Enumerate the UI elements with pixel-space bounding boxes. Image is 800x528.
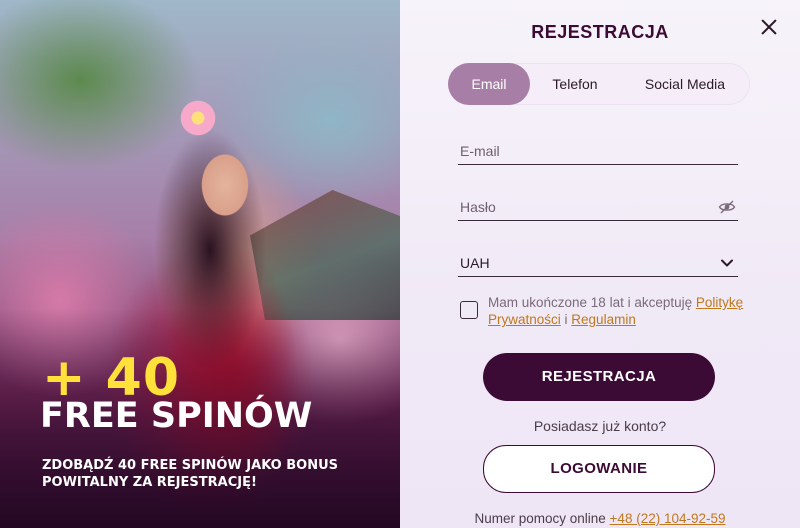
age-consent-checkbox[interactable] — [460, 301, 478, 319]
chevron-down-icon — [721, 259, 733, 267]
tab-email[interactable]: Email — [448, 63, 530, 105]
currency-value: UAH — [460, 255, 490, 271]
register-button[interactable]: REJESTRACJA — [483, 353, 715, 401]
help-line: Numer pomocy online +48 (22) 104-92-59 — [400, 511, 800, 526]
lotus-flower-illustration — [178, 98, 218, 138]
help-text: Numer pomocy online — [474, 511, 610, 526]
bonus-label: FREE SPINÓW — [40, 396, 313, 436]
email-input[interactable] — [458, 140, 700, 162]
close-icon[interactable] — [758, 16, 780, 38]
terms-link[interactable]: Regulamin — [571, 312, 636, 327]
password-field — [458, 196, 738, 221]
eye-off-icon[interactable] — [718, 198, 736, 216]
registration-modal: + 40 FREE SPINÓW ZDOBĄDŹ 40 FREE SPINÓW … — [0, 0, 800, 528]
login-button[interactable]: LOGOWANIE — [483, 445, 715, 493]
tab-telefon[interactable]: Telefon — [533, 63, 617, 105]
have-account-text: Posiadasz już konto? — [533, 418, 667, 434]
email-field — [458, 140, 738, 165]
consent-text: Mam ukończone 18 lat i akceptuję Polityk… — [488, 294, 758, 328]
registration-form: REJESTRACJA Email Telefon Social Media U… — [400, 0, 800, 528]
tab-social-media[interactable]: Social Media — [626, 63, 744, 105]
promo-banner: + 40 FREE SPINÓW ZDOBĄDŹ 40 FREE SPINÓW … — [0, 0, 400, 528]
bonus-description: ZDOBĄDŹ 40 FREE SPINÓW JAKO BONUS POWITA… — [42, 458, 339, 490]
help-phone-link[interactable]: +48 (22) 104-92-59 — [610, 511, 726, 526]
consent-separator: i — [560, 312, 572, 327]
signup-method-tabs: Email Telefon Social Media — [448, 63, 750, 105]
form-title: REJESTRACJA — [531, 22, 669, 42]
currency-select[interactable]: UAH — [458, 252, 738, 277]
consent-label: Mam ukończone 18 lat i akceptuję — [488, 295, 696, 310]
password-input[interactable] — [458, 196, 700, 218]
